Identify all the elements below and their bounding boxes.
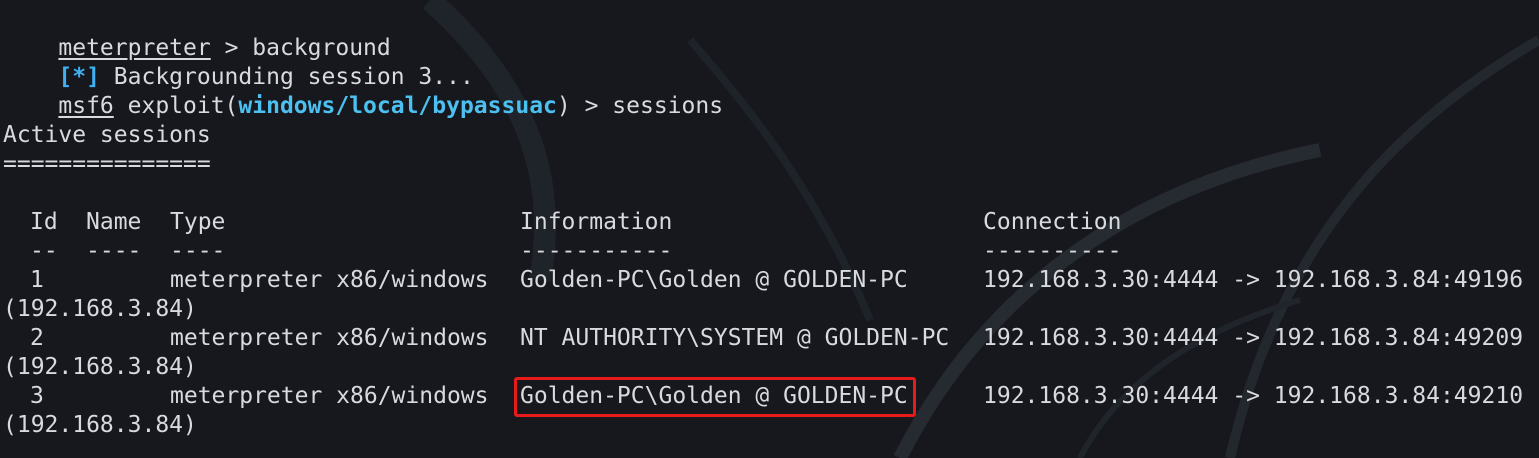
session-type: meterpreter x86/windows — [170, 267, 489, 293]
table-header-dashes: -- ---- ---- ----------- ---------- — [3, 237, 1121, 266]
header-id: Id — [30, 209, 58, 235]
header-connection: Connection — [983, 209, 1122, 235]
module-path: windows/local/bypassuac — [238, 93, 557, 119]
msf-prompt: msf6 — [58, 93, 114, 119]
header-type: Type — [170, 209, 226, 235]
session-id: 1 — [30, 267, 44, 293]
dash-information: ----------- — [520, 238, 673, 264]
exploit-prefix: exploit( — [113, 93, 239, 119]
command-line-sessions: msf6 exploit(windows/local/bypassuac) > … — [3, 63, 723, 119]
table-row-wrap: (192.168.3.84) — [3, 354, 197, 380]
dash-connection: ---------- — [983, 238, 1122, 264]
table-row-wrap: (192.168.3.84) — [3, 296, 197, 322]
session-type: meterpreter x86/windows — [170, 383, 489, 409]
section-title: Active sessions — [3, 122, 211, 148]
session-connection: 192.168.3.30:4444 -> 192.168.3.84:49209 — [983, 325, 1524, 351]
session-connection: 192.168.3.30:4444 -> 192.168.3.84:49196 — [983, 267, 1524, 293]
dash-type: ---- — [170, 238, 226, 264]
header-information: Information — [520, 209, 673, 235]
output-backgrounding: [*] Backgrounding session 3... — [3, 34, 473, 90]
session-id: 3 — [30, 383, 44, 409]
table-row: 1 meterpreter x86/windows Golden-PC\Gold… — [3, 266, 1523, 295]
section-underline: =============== — [3, 151, 211, 177]
prompt-suffix: ) > — [556, 93, 613, 119]
dash-id: -- — [30, 238, 58, 264]
header-name: Name — [86, 209, 142, 235]
table-header: Id Name Type Information Connection — [3, 208, 1121, 237]
table-row: 3 meterpreter x86/windows Golden-PC\Gold… — [3, 382, 1523, 411]
table-row-wrap: (192.168.3.84) — [3, 412, 197, 438]
session-connection: 192.168.3.30:4444 -> 192.168.3.84:49210 — [983, 383, 1524, 409]
session-type: meterpreter x86/windows — [170, 325, 489, 351]
table-row: 2 meterpreter x86/windows NT AUTHORITY\S… — [3, 324, 1523, 353]
command-line-background: meterpreter > background — [3, 5, 390, 61]
session-id: 2 — [30, 325, 44, 351]
dash-name: ---- — [86, 238, 142, 264]
terminal-window[interactable]: meterpreter > background [*] Backgroundi… — [0, 0, 1539, 458]
session-information: NT AUTHORITY\SYSTEM @ GOLDEN-PC — [520, 325, 950, 351]
session-information: Golden-PC\Golden @ GOLDEN-PC — [520, 383, 908, 409]
session-information: Golden-PC\Golden @ GOLDEN-PC — [520, 267, 908, 293]
command-text: sessions — [612, 93, 724, 119]
